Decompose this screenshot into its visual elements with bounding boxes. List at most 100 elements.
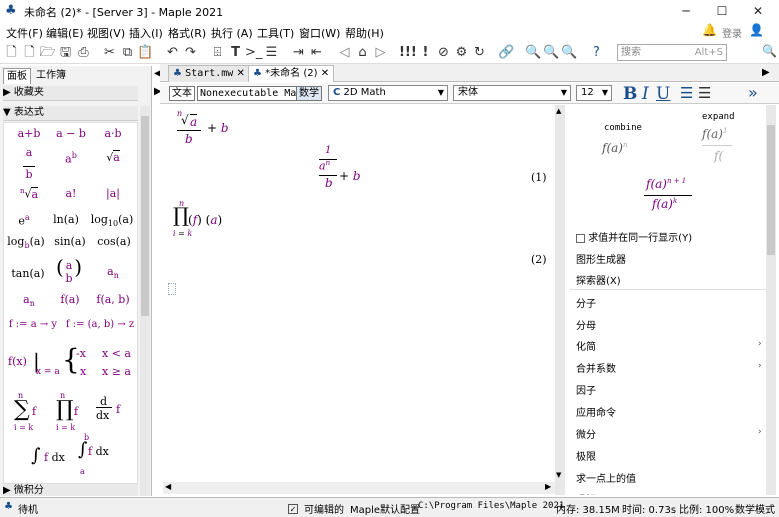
palette-item-arrow2[interactable]: f := (a, b) → z xyxy=(60,319,137,330)
font-select[interactable]: 宋体 ▼ xyxy=(453,85,571,101)
double-chevron-right-icon[interactable]: » xyxy=(748,83,758,102)
item-apply-command[interactable]: 应用命令 xyxy=(576,404,616,419)
item-evaluate-at-point[interactable]: 求一点上的值 xyxy=(576,470,636,485)
user-icon[interactable]: 👤 xyxy=(749,23,764,37)
item-factor[interactable]: 因子 xyxy=(576,382,596,397)
minimize-icon[interactable]: ─ xyxy=(670,0,702,22)
bell-icon[interactable]: 🔔 xyxy=(702,23,717,37)
math-mode-select[interactable]: C 2D Math ▼ xyxy=(328,85,448,101)
zoom-reset-icon[interactable]: 🔍 xyxy=(543,44,560,61)
search-input[interactable]: 搜索 Alt+S xyxy=(617,44,727,61)
palette-item-summation[interactable]: n ∑ f i = k xyxy=(10,391,46,435)
restart-icon[interactable]: ↻ xyxy=(471,44,488,61)
scroll-up-icon[interactable]: ▲ xyxy=(556,107,561,115)
document-scrollbar[interactable]: ▲ ▼ xyxy=(555,105,565,495)
redo-icon[interactable]: ↷ xyxy=(182,44,199,61)
align-left-icon[interactable]: ☰ xyxy=(680,84,693,102)
nonexecutable-math-button[interactable]: Nonexecutable Math xyxy=(197,86,312,101)
menu-execute[interactable]: 执行 (A) xyxy=(211,25,253,41)
palette-item-ln[interactable]: ln(a) xyxy=(46,213,86,226)
align-center-icon[interactable]: ☰ xyxy=(698,84,711,102)
item-solve[interactable]: 求解 xyxy=(576,491,596,495)
indent-icon[interactable]: ⇥ xyxy=(290,44,307,61)
palette-item-cos[interactable]: cos(a) xyxy=(92,235,136,248)
palette-item-function[interactable]: f(a) xyxy=(50,293,90,306)
item-collect[interactable]: 合并系数 xyxy=(576,360,616,375)
zoom-in-icon[interactable]: 🔍 xyxy=(525,44,542,61)
palette-item-arrow[interactable]: f := a → y xyxy=(4,319,62,330)
insert-text-icon[interactable]: T xyxy=(227,44,244,61)
login-link[interactable]: 登录 xyxy=(722,25,742,40)
menu-edit[interactable]: 编辑(E) xyxy=(46,25,84,41)
outdent-icon[interactable]: ⇤ xyxy=(308,44,325,61)
item-plot-builder[interactable]: 图形生成器 xyxy=(576,251,626,266)
save-icon[interactable]: 🖫 xyxy=(57,44,74,61)
search-go-icon[interactable]: 🔍 xyxy=(762,44,777,58)
insert-section-icon[interactable]: ☰ xyxy=(263,44,280,61)
underline-button[interactable]: U xyxy=(656,84,670,104)
context-scrollbar[interactable] xyxy=(766,105,776,495)
palette-scrollbar[interactable] xyxy=(140,106,150,496)
palette-item-binomial[interactable]: (a b) xyxy=(56,257,82,285)
forward-icon[interactable]: ▷ xyxy=(372,44,389,61)
palette-item-sum[interactable]: a+b xyxy=(9,127,49,140)
print-icon[interactable]: ⎙ xyxy=(75,44,92,61)
palette-item-subscript[interactable]: an xyxy=(98,265,128,280)
italic-button[interactable]: I xyxy=(642,84,649,104)
palette-item-indexed[interactable]: an xyxy=(14,293,44,308)
palette-item-piecewise[interactable]: { -x x < a x x ≥ a xyxy=(62,343,137,383)
palette-item-abs[interactable]: |a| xyxy=(98,187,128,200)
close-icon[interactable]: ✕ xyxy=(742,0,774,22)
palette-item-eval-at[interactable]: f(x) | x = a xyxy=(6,349,60,379)
palette-item-derivative[interactable]: d dx f xyxy=(96,395,130,431)
execute-all-icon[interactable]: !!! xyxy=(399,44,417,61)
eval-inline-checkbox[interactable]: 求值并在同一行显示(Y) xyxy=(576,229,692,244)
menu-format[interactable]: 格式(R) xyxy=(168,25,206,41)
item-denominator[interactable]: 分母 xyxy=(576,317,596,332)
favorites-header[interactable]: ▶ 收藏夹 xyxy=(3,86,138,101)
copy-icon[interactable]: ⧉ xyxy=(119,44,136,61)
scroll-right-icon[interactable]: ▶ xyxy=(545,482,551,491)
link-icon[interactable]: 🔗 xyxy=(498,44,515,61)
menu-window[interactable]: 窗口(W) xyxy=(299,25,340,41)
cut-icon[interactable]: ✂ xyxy=(101,44,118,61)
new-document-icon[interactable]: 🗋 xyxy=(21,44,38,61)
input-cursor[interactable] xyxy=(168,283,176,295)
palette-item-sin[interactable]: sin(a) xyxy=(48,235,92,248)
debug-icon[interactable]: ⚙ xyxy=(453,44,470,61)
insert-math-icon[interactable]: ⌹ xyxy=(209,44,226,61)
expand-label[interactable]: expand xyxy=(702,112,735,122)
palette-scroll-thumb[interactable] xyxy=(141,116,149,316)
menu-insert[interactable]: 插入(I) xyxy=(129,25,163,41)
paste-icon[interactable]: 📋 xyxy=(137,44,154,61)
palette-item-sqrt[interactable]: √a xyxy=(98,150,128,164)
input-expression-1[interactable]: n √ a b + b xyxy=(173,109,233,149)
input-expression-2[interactable]: n ∏ (f) (a) i = k xyxy=(171,199,231,241)
tab-start[interactable]: ♣ Start.mw ✕ xyxy=(168,65,250,82)
palette-item-log10[interactable]: log10(a) xyxy=(88,213,136,228)
stop-icon[interactable]: ⊘ xyxy=(435,44,452,61)
palette-item-nth-root[interactable]: n√a xyxy=(14,186,44,201)
undo-icon[interactable]: ↶ xyxy=(164,44,181,61)
expressions-header[interactable]: ▼ 表达式 xyxy=(3,106,138,121)
palette-item-factorial[interactable]: a! xyxy=(56,187,86,200)
font-size-select[interactable]: 12 ▼ xyxy=(576,85,612,101)
item-simplify[interactable]: 化简 xyxy=(576,338,596,353)
palette-item-difference[interactable]: a − b xyxy=(51,127,91,140)
menu-view[interactable]: 视图(V) xyxy=(87,25,125,41)
combine-label[interactable]: combine xyxy=(604,123,642,133)
tab-close-icon[interactable]: ✕ xyxy=(237,68,245,79)
palette-item-function2[interactable]: f(a, b) xyxy=(90,293,136,306)
home-icon[interactable]: ⌂ xyxy=(354,44,371,61)
palette-item-product-op[interactable]: n ∏ f i = k xyxy=(52,391,88,435)
maximize-icon[interactable]: ☐ xyxy=(706,0,738,22)
palette-item-tan[interactable]: tan(a) xyxy=(6,267,50,280)
tab-untitled[interactable]: ♣ *未命名 (2) ✕ xyxy=(248,65,335,82)
menu-file[interactable]: 文件(F) xyxy=(6,25,43,41)
document-hscrollbar[interactable]: ◀ ▶ xyxy=(163,482,555,494)
collapse-right-icon[interactable]: ▶ xyxy=(762,67,770,78)
new-icon[interactable]: 🗋 xyxy=(3,44,20,61)
tab-workbook[interactable]: 工作簿 xyxy=(33,68,69,84)
menu-help[interactable]: 帮助(H) xyxy=(345,25,384,41)
palette-item-logb[interactable]: logb(a) xyxy=(6,235,46,250)
